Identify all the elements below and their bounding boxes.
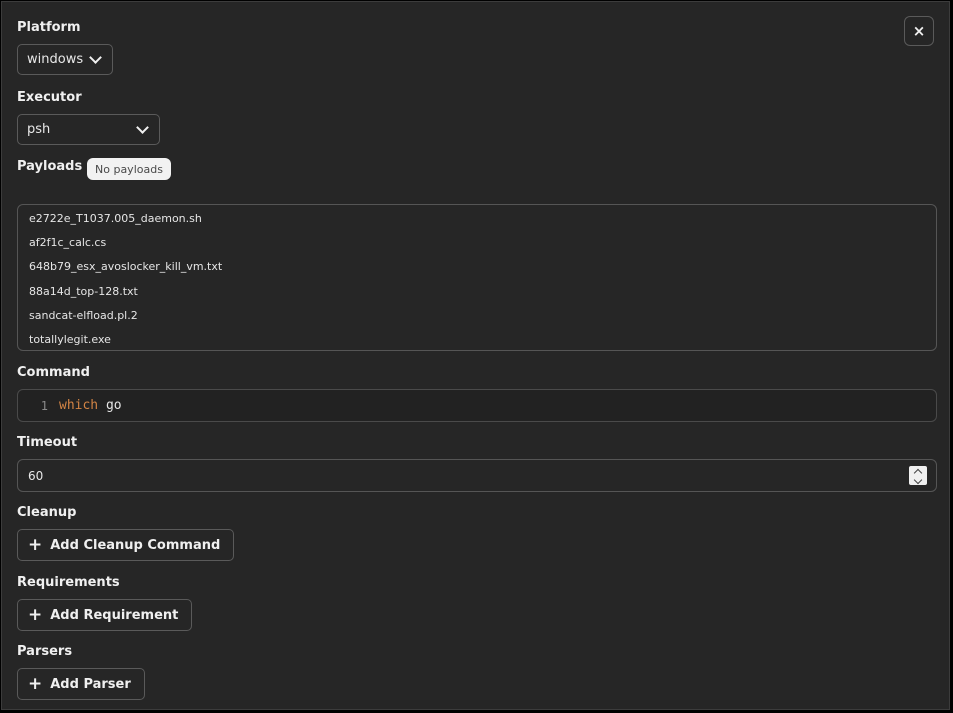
parsers-label: Parsers — [17, 644, 73, 659]
executor-select[interactable]: psh — [17, 114, 160, 145]
chevron-down-icon — [136, 121, 149, 134]
payloads-label: Payloads — [17, 159, 83, 174]
command-label: Command — [17, 365, 90, 380]
add-cleanup-command-label: Add Cleanup Command — [50, 537, 221, 553]
chevron-down-icon — [89, 51, 102, 64]
payload-item[interactable]: af2f1c_calc.cs — [18, 234, 936, 258]
ability-edit-panel: × Platform windows Executor psh Payloads… — [1, 1, 950, 710]
line-number: 1 — [40, 398, 48, 413]
add-parser-button[interactable]: + Add Parser — [17, 668, 145, 700]
platform-select[interactable]: windows — [17, 44, 113, 75]
add-requirement-button[interactable]: + Add Requirement — [17, 599, 193, 631]
timeout-value: 60 — [28, 468, 44, 483]
code-keyword: which — [59, 398, 99, 413]
add-cleanup-command-button[interactable]: + Add Cleanup Command — [17, 529, 235, 561]
plus-icon: + — [28, 673, 43, 694]
code-text: go — [98, 398, 122, 413]
requirements-label: Requirements — [17, 575, 120, 590]
payload-item[interactable]: 648b79_esx_avoslocker_kill_vm.txt — [18, 258, 936, 282]
plus-icon: + — [28, 534, 43, 555]
spinner-arrows-icon[interactable] — [909, 466, 927, 485]
platform-value: windows — [27, 52, 84, 67]
command-editor[interactable]: 1 which go — [17, 389, 937, 422]
payload-item[interactable]: totallylegit.exe — [18, 331, 936, 355]
payloads-badge: No payloads — [87, 158, 171, 180]
payload-item[interactable]: sandcat-elfload.pl.2 — [18, 307, 936, 331]
timeout-input[interactable]: 60 — [17, 459, 937, 492]
cleanup-label: Cleanup — [17, 505, 77, 520]
executor-value: psh — [27, 122, 51, 137]
platform-label: Platform — [17, 20, 81, 35]
add-parser-label: Add Parser — [50, 676, 131, 692]
close-button[interactable]: × — [904, 16, 934, 46]
payloads-list[interactable]: e2722e_T1037.005_daemon.sh af2f1c_calc.c… — [17, 204, 937, 351]
timeout-label: Timeout — [17, 435, 78, 450]
payload-item[interactable]: 88a14d_top-128.txt — [18, 283, 936, 307]
executor-label: Executor — [17, 90, 82, 105]
close-icon: × — [912, 22, 926, 40]
add-requirement-label: Add Requirement — [50, 607, 179, 623]
plus-icon: + — [28, 604, 43, 625]
payload-item[interactable]: e2722e_T1037.005_daemon.sh — [18, 210, 936, 234]
